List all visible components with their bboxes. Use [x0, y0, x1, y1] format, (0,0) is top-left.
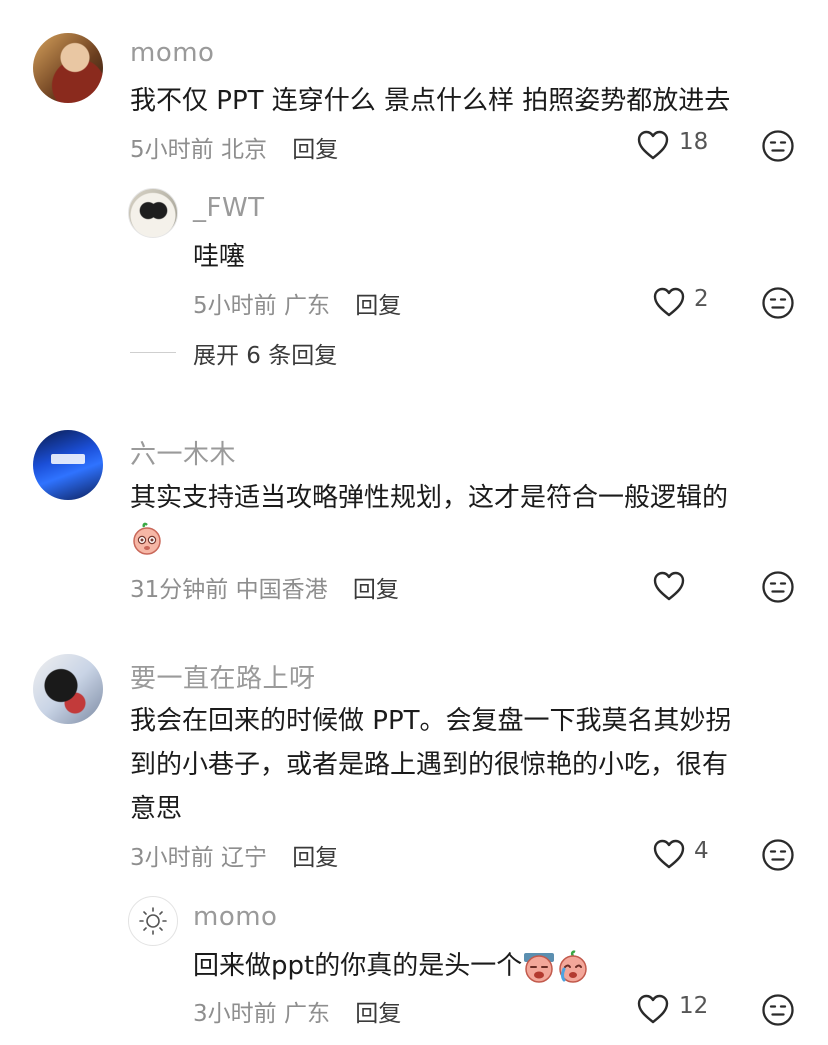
reply-meta: 5小时前 广东 回复	[193, 286, 401, 320]
comment-location: 北京	[220, 137, 267, 163]
like-count: 18	[679, 129, 709, 155]
like-button[interactable]	[652, 570, 686, 602]
dislike-button[interactable]	[761, 570, 795, 604]
reply-text: 哇噻	[193, 242, 246, 272]
meh-face-icon	[762, 130, 794, 162]
reply-location: 广东	[283, 293, 330, 319]
like-count: 4	[694, 838, 709, 864]
like-button[interactable]	[636, 993, 670, 1025]
dislike-button[interactable]	[761, 838, 795, 872]
emoji-face-icon	[130, 522, 164, 560]
meh-face-icon	[762, 571, 794, 603]
comment-location: 中国香港	[235, 577, 328, 603]
like-button[interactable]	[652, 838, 686, 870]
avatar[interactable]	[33, 33, 103, 103]
reply-text-row: 回来做ppt的你真的是头一个	[193, 946, 590, 987]
comment-text-line: 意思	[130, 794, 183, 824]
avatar[interactable]	[33, 654, 103, 724]
reply-username[interactable]: momo	[193, 902, 277, 932]
meh-face-icon	[762, 994, 794, 1026]
comment-username[interactable]: momo	[130, 38, 214, 68]
reply-button[interactable]: 回复	[292, 137, 338, 163]
dislike-button[interactable]	[761, 129, 795, 163]
heart-outline-icon	[653, 839, 685, 869]
like-count: 12	[679, 993, 709, 1019]
heart-outline-icon	[653, 287, 685, 317]
crying-face-icon	[559, 950, 587, 983]
reply-username[interactable]: _FWT	[193, 193, 265, 223]
dislike-button[interactable]	[761, 993, 795, 1027]
comment-time: 5小时前	[130, 137, 214, 163]
reply-location: 广东	[283, 1001, 330, 1027]
reply-button[interactable]: 回复	[355, 293, 401, 319]
reply-time: 3小时前	[193, 1001, 277, 1027]
reply-text: 回来做ppt的你真的是头一个	[193, 951, 523, 981]
comment-time: 31分钟前	[130, 577, 229, 603]
dislike-button[interactable]	[761, 286, 795, 320]
sun-icon	[139, 907, 167, 935]
meh-face-icon	[762, 839, 794, 871]
comment-location: 辽宁	[220, 845, 267, 871]
crying-face-icon	[524, 952, 555, 983]
comment-username[interactable]: 六一木木	[130, 434, 236, 471]
comment-username[interactable]: 要一直在路上呀	[130, 658, 316, 695]
comment-text: 其实支持适当攻略弹性规划，这才是符合一般逻辑的	[130, 483, 729, 513]
expand-divider	[130, 352, 176, 353]
reply-button[interactable]: 回复	[353, 577, 399, 603]
comment-text-line: 到的小巷子，或者是路上遇到的很惊艳的小吃，很有	[130, 750, 729, 780]
comment-text: 我不仅 PPT 连穿什么 景点什么样 拍照姿势都放进去	[130, 86, 731, 116]
avatar[interactable]	[128, 896, 178, 946]
comment-time: 3小时前	[130, 845, 214, 871]
meh-face-icon	[762, 287, 794, 319]
reply-button[interactable]: 回复	[355, 1001, 401, 1027]
heart-outline-icon	[637, 994, 669, 1024]
avatar[interactable]	[33, 430, 103, 500]
heart-outline-icon	[637, 130, 669, 160]
comment-meta: 31分钟前 中国香港 回复	[130, 570, 399, 604]
comment-text-line: 我会在回来的时候做 PPT。会复盘一下我莫名其妙拐	[130, 706, 732, 736]
expand-replies-button[interactable]: 展开 6 条回复	[193, 336, 337, 370]
comment-meta: 5小时前 北京 回复	[130, 130, 338, 164]
like-button[interactable]	[652, 286, 686, 318]
avatar[interactable]	[128, 188, 178, 238]
like-button[interactable]	[636, 129, 670, 161]
heart-outline-icon	[653, 571, 685, 601]
reply-meta: 3小时前 广东 回复	[193, 994, 401, 1028]
like-count: 2	[694, 286, 709, 312]
comment-meta: 3小时前 辽宁 回复	[130, 838, 338, 872]
reply-time: 5小时前	[193, 293, 277, 319]
reply-button[interactable]: 回复	[292, 845, 338, 871]
